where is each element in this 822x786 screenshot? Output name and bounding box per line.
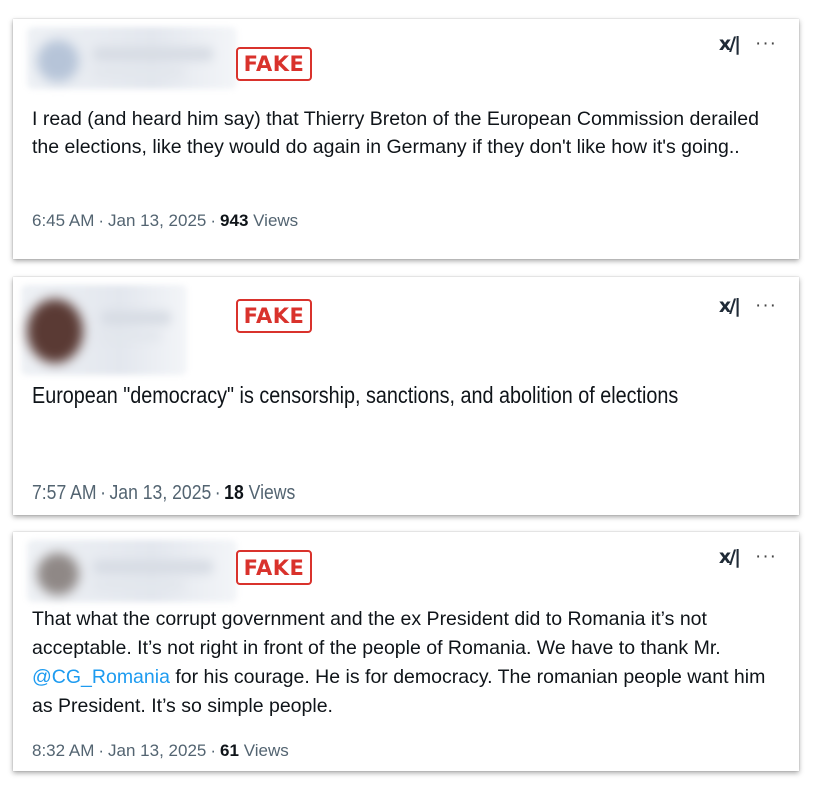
tweet-date[interactable]: Jan 13, 2025	[108, 741, 206, 760]
more-options-icon[interactable]: ···	[755, 296, 777, 315]
more-options-icon[interactable]: ···	[755, 547, 777, 566]
tweet-meta: 8:32 AM · Jan 13, 2025 · 61 Views	[32, 741, 289, 760]
tweet-time[interactable]: 7:57 AM	[32, 482, 97, 504]
fake-stamp: FAKE	[236, 47, 312, 81]
tweet-card[interactable]: FAKE x/| ··· I read (and heard him say) …	[13, 19, 799, 259]
avatar	[27, 299, 83, 363]
tweet-text: European "democracy" is censorship, sanc…	[32, 382, 679, 408]
views-label: Views	[243, 741, 289, 760]
grok-icon[interactable]: x/|	[719, 546, 741, 568]
fake-stamp: FAKE	[236, 550, 312, 585]
tweet-meta: 7:57 AM · Jan 13, 2025 · 18 Views	[32, 482, 296, 504]
blurred-author-header	[27, 27, 237, 89]
more-options-icon[interactable]: ···	[755, 34, 777, 53]
blurred-author-header	[27, 540, 237, 602]
tweet-date[interactable]: Jan 13, 2025	[108, 211, 206, 230]
tweet-text-part: That what the corrupt government and the…	[32, 608, 721, 659]
tweet-text: That what the corrupt government and the…	[32, 605, 775, 721]
author-name-blurred	[101, 311, 171, 325]
author-handle-blurred	[101, 331, 161, 341]
tweet-time[interactable]: 6:45 AM	[32, 211, 94, 230]
views-label: Views	[253, 211, 299, 230]
fake-stamp: FAKE	[236, 299, 312, 333]
tweet-time[interactable]: 8:32 AM	[32, 741, 94, 760]
views-label: Views	[248, 482, 296, 504]
tweet-card[interactable]: FAKE x/| ··· That what the corrupt gover…	[13, 532, 799, 771]
avatar	[37, 40, 79, 82]
tweet-meta: 6:45 AM · Jan 13, 2025 · 943 Views	[32, 211, 299, 230]
blurred-author-header	[21, 285, 187, 375]
grok-icon[interactable]: x/|	[719, 33, 741, 55]
author-name-blurred	[93, 560, 213, 574]
views-count: 18	[224, 482, 244, 504]
tweet-card[interactable]: FAKE x/| ··· European "democracy" is cen…	[13, 277, 799, 515]
avatar	[37, 553, 79, 595]
tweet-text: I read (and heard him say) that Thierry …	[32, 108, 759, 158]
mention-link[interactable]: @CG_Romania	[32, 666, 170, 688]
author-handle-blurred	[93, 67, 183, 77]
views-count: 943	[220, 211, 249, 230]
views-count: 61	[220, 741, 239, 760]
tweet-date[interactable]: Jan 13, 2025	[109, 482, 211, 504]
author-handle-blurred	[93, 580, 183, 590]
author-name-blurred	[93, 47, 213, 61]
grok-icon[interactable]: x/|	[719, 295, 741, 317]
